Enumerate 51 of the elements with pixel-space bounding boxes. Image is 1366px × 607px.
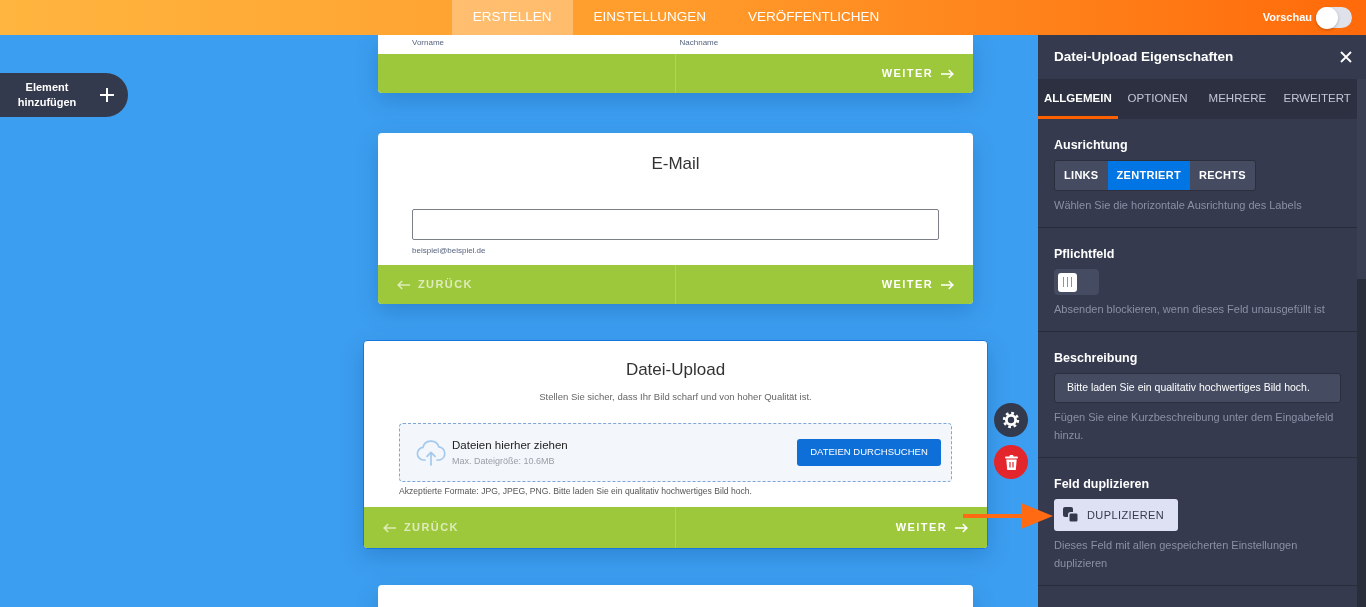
section-label: Pflichtfeld (1054, 246, 1116, 262)
description-field[interactable]: Bitte laden Sie ein qualitativ hochwertiges Bild hoch. (1054, 373, 1341, 403)
upload-dropzone[interactable]: Dateien hierher ziehen Max. Dateigröße: 10.6MB DATEIEN DURCHSUCHEN (399, 423, 952, 482)
cloud-upload-icon (416, 439, 446, 466)
properties-tab[interactable]: OPTIONEN (1117, 79, 1198, 119)
copy-icon (1063, 507, 1079, 523)
field-title: E-Mail (650, 153, 701, 175)
properties-tab[interactable]: ERWEITERT (1277, 79, 1357, 119)
preview-label: Vorschau (1262, 10, 1312, 26)
add-element-button[interactable]: Element hinzufügen (0, 73, 128, 117)
close-button[interactable] (1340, 51, 1352, 63)
section-hint: Wählen Sie die horizontale Ausrichtung des Labels (1054, 198, 1303, 213)
form-card[interactable]: E-Mail beispiel@beispiel.de ZURÜCK WEITER (378, 133, 973, 304)
settings-button[interactable] (994, 403, 1028, 437)
accepted-formats-text: Akzeptierte Formate: JPG, JPEG, PNG. Bitte laden Sie ein qualitativ hochwertiges Bild hoch. (399, 485, 753, 497)
alignment-option[interactable]: ZENTRIERT (1107, 161, 1190, 190)
arrow-right-icon (941, 68, 954, 79)
scrollbar-thumb[interactable] (1357, 79, 1366, 279)
field-title: Datei-Upload (624, 359, 727, 381)
duplicate-button[interactable]: DUPLIZIEREN (1054, 499, 1179, 531)
section-label: Feld duplizieren (1054, 476, 1151, 492)
properties-tab[interactable]: MEHRERE (1197, 79, 1278, 119)
field-sublabel: Nachname (679, 37, 720, 48)
alignment-option[interactable]: RECHTS (1189, 161, 1255, 190)
dropzone-title: Dateien hierher ziehen (452, 437, 569, 453)
max-size-text: Max. Dateigröße: 10.6MB (452, 454, 556, 468)
properties-tab[interactable]: ALLGEMEIN (1038, 79, 1118, 119)
plus-icon (100, 88, 114, 102)
arrow-left-icon (397, 279, 410, 290)
browse-files-button[interactable]: DATEIEN DURCHSUCHEN (797, 439, 941, 466)
arrow-right-icon (955, 522, 968, 533)
close-icon (1340, 51, 1352, 63)
section-hint: Dieses Feld mit allen gespeicherten Einstellungen duplizieren (1054, 538, 1299, 571)
field-sublabel: Vorname (412, 37, 446, 48)
settings-icon (1002, 411, 1020, 429)
delete-button[interactable] (994, 445, 1028, 479)
alignment-option[interactable]: LINKS (1055, 161, 1108, 190)
section-hint: Fügen Sie eine Kurzbeschreibung unter dem Eingabefeld hinzu. (1054, 410, 1335, 443)
preview-toggle[interactable] (1316, 7, 1352, 28)
arrow-right-icon (941, 279, 954, 290)
section-hint: Absenden blockieren, wenn dieses Feld unausgefüllt ist (1054, 302, 1326, 317)
form-card[interactable]: Vorname Nachname WEITER (378, 35, 973, 93)
required-toggle[interactable] (1054, 269, 1099, 295)
section-label: Ausrichtung (1054, 137, 1129, 153)
trash-icon (1004, 454, 1018, 470)
field-description: Stellen Sie sicher, dass Ihr Bild scharf und von hoher Qualität ist. (538, 390, 813, 404)
section-label: Beschreibung (1054, 350, 1139, 366)
field-hint: beispiel@beispiel.de (412, 245, 487, 256)
panel-title: Datei-Upload Eigenschaften (1054, 47, 1234, 66)
email-input-field[interactable] (412, 209, 939, 240)
arrow-left-icon (383, 522, 396, 533)
